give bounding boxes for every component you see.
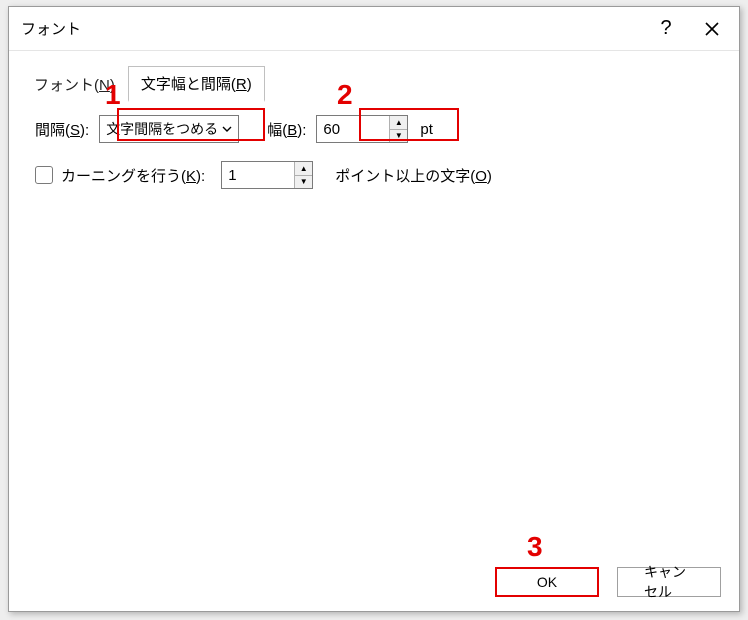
kerning-checkbox[interactable] [35, 166, 53, 184]
close-icon [705, 22, 719, 36]
spin-up-icon[interactable]: ▲ [295, 162, 312, 176]
help-icon: ? [660, 17, 671, 40]
width-unit: pt [420, 121, 433, 138]
tab-font[interactable]: フォント(N) [21, 67, 128, 102]
kerning-after-label: ポイント以上の文字(O) [335, 165, 492, 186]
chevron-down-icon [220, 122, 234, 136]
ok-button[interactable]: OK [495, 567, 599, 597]
dialog-content: フォント(N) 文字幅と間隔(R) 間隔(S): 文字間隔をつめる 幅(B): [9, 51, 739, 553]
window-title: フォント [21, 18, 643, 39]
row-kerning: カーニングを行う(K): ▲ ▼ ポイント以上の文字(O) [35, 161, 727, 189]
titlebar: フォント ? [9, 7, 739, 51]
width-label: 幅(B): [267, 119, 306, 140]
close-button[interactable] [689, 11, 735, 47]
tab-spacing[interactable]: 文字幅と間隔(R) [128, 66, 265, 102]
spacing-select[interactable]: 文字間隔をつめる [99, 115, 239, 143]
row-spacing: 間隔(S): 文字間隔をつめる 幅(B): ▲ ▼ pt [35, 115, 727, 143]
kerning-input[interactable] [222, 162, 294, 188]
width-input[interactable] [317, 116, 389, 142]
spin-down-icon[interactable]: ▼ [295, 176, 312, 189]
kerning-spin-buttons: ▲ ▼ [294, 162, 312, 188]
spin-up-icon[interactable]: ▲ [390, 116, 407, 130]
width-spin-buttons: ▲ ▼ [389, 116, 407, 142]
kerning-label: カーニングを行う(K): [61, 165, 205, 186]
spin-down-icon[interactable]: ▼ [390, 130, 407, 143]
tab-strip: フォント(N) 文字幅と間隔(R) [21, 65, 727, 101]
dialog-footer: 3 OK キャンセル [9, 553, 739, 611]
help-button[interactable]: ? [643, 11, 689, 47]
spacing-select-value: 文字間隔をつめる [106, 119, 220, 139]
font-dialog: フォント ? フォント(N) 文字幅と間隔(R) 間隔(S): 文字間隔をつめる [8, 6, 740, 612]
cancel-button[interactable]: キャンセル [617, 567, 721, 597]
width-spinner[interactable]: ▲ ▼ [316, 115, 408, 143]
spacing-label: 間隔(S): [35, 119, 89, 140]
kerning-spinner[interactable]: ▲ ▼ [221, 161, 313, 189]
